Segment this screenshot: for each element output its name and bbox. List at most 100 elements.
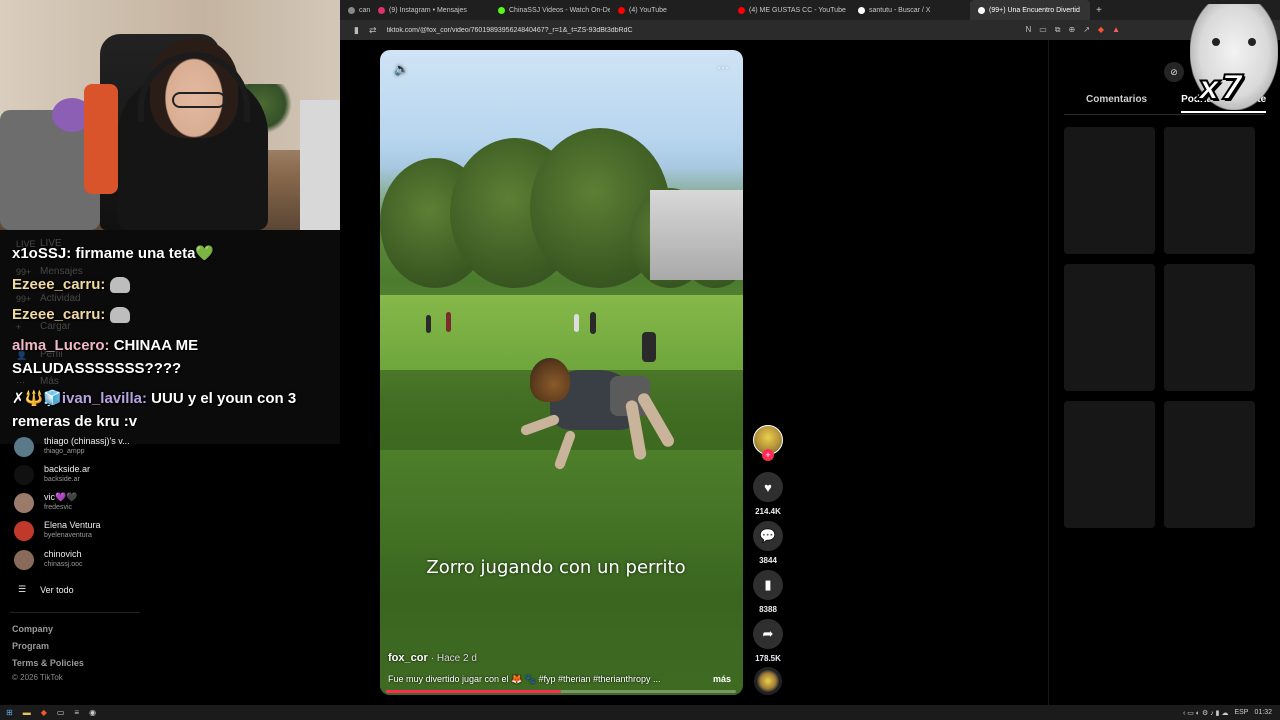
chat-message: x1oSSJ: firmame una teta💚 — [12, 242, 332, 265]
follow-plus-icon[interactable]: + — [762, 449, 774, 461]
share-button[interactable]: ➦ 178.5K — [753, 619, 783, 663]
app-icon[interactable]: ≡ — [74, 708, 79, 717]
sidebar-divider — [10, 612, 140, 613]
chat-message: Ezeee_carru: — [12, 273, 332, 296]
following-account[interactable]: chinovich chinassj.ooc — [14, 549, 83, 570]
share-arrow-icon: ➦ — [753, 619, 783, 649]
reader-icon[interactable]: N — [1025, 25, 1031, 35]
os-taskbar: ⊞ ▬ ◆ ▭ ≡ ◉ ‹ ▭ ◐ ⚙ ♪ ▮ ☁ ESP 01:32 — [0, 705, 1280, 720]
following-account[interactable]: vic💜🖤 fredesvic — [14, 492, 77, 513]
footer-link[interactable]: Program — [12, 641, 49, 651]
video-thumbnail-placeholder[interactable] — [1164, 264, 1255, 391]
save-button[interactable]: ▮ 8388 — [753, 570, 783, 614]
chat-message: ✗🔱🧊ivan_lavilla: UUU y el youn con 3 rem… — [12, 387, 332, 433]
video-thumbnail-placeholder[interactable] — [1064, 127, 1155, 254]
account-handle: thiago_ampp — [44, 448, 85, 455]
avatar — [14, 549, 34, 570]
browser-tab[interactable]: ChinaSSJ Videos - Watch On-Deman — [490, 0, 610, 20]
app-icon[interactable]: ▭ — [57, 708, 65, 717]
compass-icon[interactable]: ⊘ — [1164, 62, 1184, 82]
cast-icon[interactable]: ▭ — [1039, 25, 1047, 35]
chat-separator: : — [100, 276, 110, 293]
share-icon[interactable]: ↗ — [1083, 25, 1090, 35]
translate-icon[interactable]: ⧉ — [1055, 25, 1061, 35]
file-explorer-icon[interactable]: ▬ — [23, 708, 31, 717]
cat-emote-icon — [109, 307, 130, 324]
share-count: 178.5K — [755, 654, 781, 663]
site-info-icon[interactable]: ⇄ — [369, 25, 377, 36]
tab-comments[interactable]: Comentarios — [1086, 94, 1147, 113]
chat-message: alma_Lucero: CHINAA ME SALUDASSSSSSS???? — [12, 334, 332, 380]
more-options-icon[interactable]: ··· — [717, 60, 729, 74]
comment-count: 3844 — [759, 556, 777, 565]
video-player[interactable]: 🔈 ··· Zorro jugando con un perrito fox_c… — [380, 50, 743, 695]
comment-button[interactable]: 💬 3844 — [753, 521, 783, 565]
video-thumbnail-placeholder[interactable] — [1064, 401, 1155, 528]
following-account[interactable]: thiago (chinassj)'s v... thiago_ampp — [14, 436, 130, 457]
account-handle: byelenaventura — [44, 532, 92, 539]
tab-label: (9) Instagram • Mensajes — [389, 6, 467, 14]
like-count: 214.4K — [755, 507, 781, 516]
language-indicator[interactable]: ESP — [1234, 709, 1248, 716]
browser-tab-bar: candela (9) Instagram • Mensajes ChinaSSJ … — [340, 0, 1280, 20]
video-subject — [510, 350, 677, 480]
avatar — [14, 464, 34, 485]
footer-link[interactable]: Company — [12, 624, 53, 634]
tab-favicon — [378, 6, 385, 14]
tab-label: santutu - Buscar / X — [869, 6, 931, 14]
footer-link[interactable]: Terms & Policies — [12, 658, 84, 668]
browser-tab[interactable]: santutu - Buscar / X — [850, 0, 970, 20]
bookmark-icon[interactable]: ▮ — [354, 25, 359, 36]
video-thumbnail-placeholder[interactable] — [1164, 127, 1255, 254]
tab-favicon — [498, 6, 505, 14]
see-all-link[interactable]: ☰ Ver todo — [18, 584, 74, 595]
video-description: Fue muy divertido jugar con el 🦊 🐾 #fyp … — [388, 674, 661, 684]
account-text: chinovich chinassj.ooc — [44, 549, 83, 570]
chat-separator: : — [66, 245, 76, 262]
brave-icon[interactable]: ◆ — [41, 708, 47, 717]
rewards-icon[interactable]: ▲ — [1112, 25, 1120, 35]
chat-username[interactable]: Ezeee_carru — [12, 306, 100, 323]
account-text: thiago (chinassj)'s v... thiago_ampp — [44, 436, 130, 457]
comment-icon: 💬 — [753, 521, 783, 551]
new-tab-button[interactable]: + — [1090, 5, 1108, 16]
browser-tab[interactable]: (4) ME GUSTAS CC - YouTube — [730, 0, 850, 20]
browser-tab[interactable]: (9) Instagram • Mensajes — [370, 0, 490, 20]
cat-emote-icon — [109, 277, 130, 294]
webcam-overlay — [0, 0, 340, 230]
account-handle: chinassj.ooc — [44, 561, 83, 568]
zoom-icon[interactable]: ⊕ — [1069, 25, 1076, 35]
url-field[interactable]: tiktok.com/@fox_cor/video/76019893956248… — [387, 27, 787, 34]
account-name: backside.ar — [44, 464, 91, 474]
video-thumbnail-placeholder[interactable] — [1164, 401, 1255, 528]
video-thumbnail-placeholder[interactable] — [1064, 264, 1155, 391]
chat-username[interactable]: ivan_lavilla — [62, 390, 142, 407]
avatar — [14, 436, 34, 457]
following-account[interactable]: backside.ar backside.ar — [14, 464, 90, 485]
video-caption: Zorro jugando con un perrito — [426, 557, 686, 578]
chat-separator: : — [141, 390, 152, 407]
clock[interactable]: 01:32 — [1254, 709, 1272, 716]
more-link[interactable]: más — [713, 674, 731, 684]
chat-separator: : — [104, 337, 114, 354]
following-account[interactable]: Elena Ventura byelenaventura — [14, 520, 101, 541]
start-icon[interactable]: ⊞ — [6, 708, 13, 717]
volume-icon[interactable]: 🔈 — [394, 62, 409, 76]
browser-tab[interactable]: (4) YouTube — [610, 0, 730, 20]
chat-username[interactable]: x1oSSJ — [12, 245, 66, 262]
account-handle: backside.ar — [44, 476, 80, 483]
steam-icon[interactable]: ◉ — [89, 708, 96, 717]
browser-tab[interactable]: (99+) Una Encuentro Divertid✕ — [970, 0, 1090, 20]
chat-username[interactable]: Ezeee_carru — [12, 276, 100, 293]
account-name: Elena Ventura — [44, 520, 101, 530]
video-progress-bar[interactable] — [386, 690, 736, 693]
like-button[interactable]: ♥ 214.4K — [753, 472, 783, 516]
music-disc-icon[interactable] — [754, 667, 782, 695]
browser-tab[interactable]: candela — [340, 0, 370, 20]
tray-icons[interactable]: ‹ ▭ ◐ ⚙ ♪ ▮ ☁ — [1183, 709, 1228, 717]
account-text: vic💜🖤 fredesvic — [44, 492, 77, 513]
copyright: © 2026 TikTok — [12, 673, 63, 682]
video-author[interactable]: fox_cor · Hace 2 d — [388, 652, 477, 664]
chat-username[interactable]: alma_Lucero — [12, 337, 105, 354]
brave-shield-icon[interactable]: ◆ — [1098, 25, 1104, 35]
